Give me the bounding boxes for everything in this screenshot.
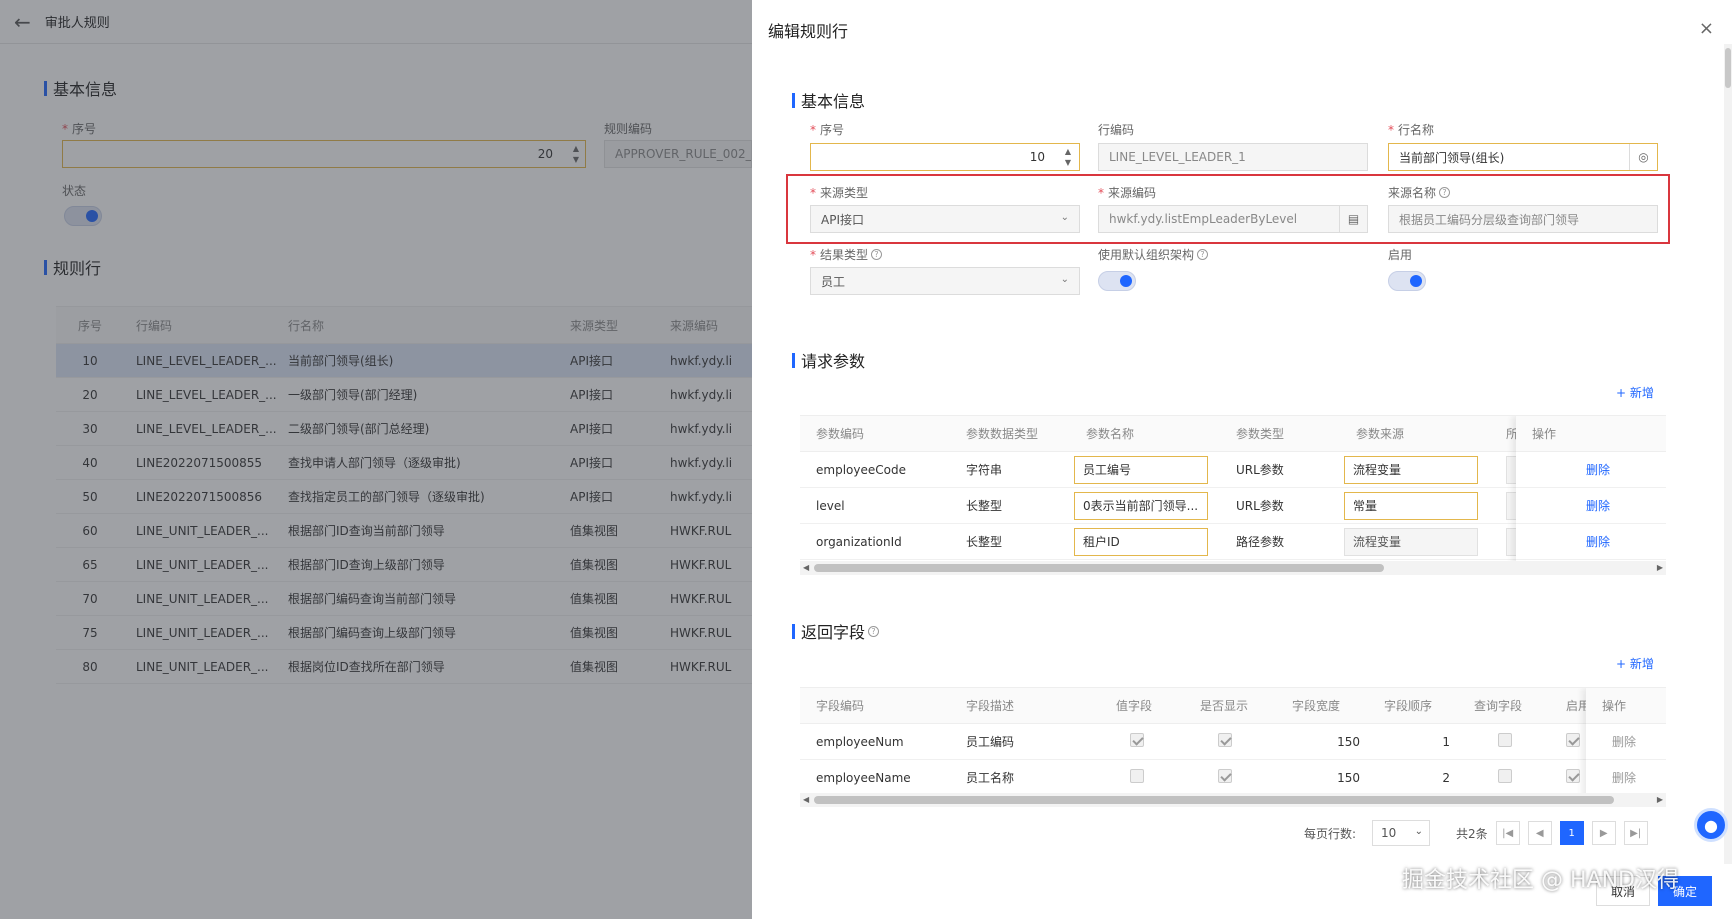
help-icon: ? <box>1439 187 1451 198</box>
globe-icon[interactable]: ◎ <box>1629 144 1657 170</box>
horizontal-scrollbar[interactable]: ◀ ▶ <box>800 561 1666 575</box>
drawer-title: 编辑规则行 <box>768 22 849 41</box>
param-name-input[interactable]: 0表示当前部门领导... <box>1074 491 1208 520</box>
per-page-select[interactable]: 10 ⌄ <box>1372 820 1431 846</box>
return-fields-section-title: 返回字段? <box>792 619 880 643</box>
table-row: employeeNum 员工编码 150 1 <box>800 724 1666 760</box>
default-org-label: 使用默认组织架构? <box>1098 246 1209 263</box>
scroll-right-icon: ▶ <box>1656 563 1663 572</box>
line-code-label: 行编码 <box>1098 123 1135 137</box>
table-header: 字段编码 字段描述 值字段 是否显示 字段宽度 字段顺序 查询字段 启用 <box>800 688 1666 724</box>
scroll-left-icon: ◀ <box>803 563 810 572</box>
help-icon: ? <box>868 625 880 637</box>
display-checkbox[interactable] <box>1218 733 1232 747</box>
delete-link[interactable]: 删除 <box>1516 524 1666 560</box>
result-type-label: * 结果类型? <box>810 246 883 263</box>
next-page-icon[interactable]: ▶ <box>1591 821 1616 845</box>
display-checkbox[interactable] <box>1218 769 1232 783</box>
source-type-select[interactable]: API接口 ⌄ <box>810 205 1080 233</box>
drawer-basic-section-title: 基本信息 <box>792 88 865 112</box>
horizontal-scrollbar[interactable]: ◀ ▶ <box>800 793 1666 807</box>
enabled-checkbox[interactable] <box>1566 769 1580 783</box>
per-page-label: 每页行数: <box>1304 826 1357 841</box>
param-source-select[interactable]: 流程变量 <box>1344 455 1478 484</box>
value-field-checkbox[interactable] <box>1130 769 1144 783</box>
default-org-toggle[interactable] <box>1098 271 1136 291</box>
source-type-label: * 来源类型 <box>810 185 869 201</box>
close-icon[interactable]: × <box>1699 18 1714 39</box>
request-params-section-title: 请求参数 <box>792 348 865 372</box>
scroll-left-icon: ◀ <box>803 795 810 804</box>
enabled-checkbox[interactable] <box>1566 733 1580 747</box>
enabled-label: 启用 <box>1388 248 1413 262</box>
enabled-toggle[interactable] <box>1388 271 1426 291</box>
line-code-input[interactable]: LINE_LEVEL_LEADER_1 <box>1098 143 1368 171</box>
help-icon: ? <box>1197 249 1209 260</box>
last-page-icon[interactable]: ▶| <box>1623 821 1648 845</box>
add-param-button[interactable]: + 新增 <box>1616 384 1654 401</box>
delete-link[interactable]: 删除 <box>1516 488 1666 524</box>
param-source-select[interactable]: 流程变量 <box>1344 527 1478 556</box>
line-name-input[interactable]: 当前部门领导(组长) ◎ <box>1388 143 1658 171</box>
request-params-table: 参数编码 参数数据类型 参数名称 参数类型 参数来源 所 employeeCod… <box>800 415 1666 575</box>
action-column: 操作 删除 删除 <box>1586 688 1666 807</box>
total-count: 共2条 <box>1456 826 1488 841</box>
chevron-down-icon: ⌄ <box>1060 274 1069 285</box>
page-button[interactable]: 1 <box>1559 821 1584 845</box>
lov-search-icon[interactable]: ▤ <box>1339 206 1367 232</box>
drawer-scrollbar[interactable] <box>1724 44 1732 864</box>
source-code-label: * 来源编码 <box>1098 185 1157 201</box>
return-fields-table: 字段编码 字段描述 值字段 是否显示 字段宽度 字段顺序 查询字段 启用 emp… <box>800 687 1666 807</box>
param-source-select[interactable]: 常量 <box>1344 491 1478 520</box>
chevron-down-icon: ⌄ <box>1060 212 1069 223</box>
help-icon: ? <box>871 249 883 260</box>
modal-overlay[interactable] <box>0 0 752 919</box>
scroll-right-icon: ▶ <box>1656 795 1663 804</box>
assistant-float-icon[interactable]: ● <box>1694 808 1728 842</box>
delete-link[interactable]: 删除 <box>1516 452 1666 488</box>
delete-link[interactable]: 删除 <box>1586 724 1666 760</box>
pagination: 每页行数: 10 ⌄ 共2条 |◀ ◀ 1 ▶ ▶| <box>1304 820 1648 846</box>
source-name-label: 来源名称? <box>1388 184 1451 201</box>
chevron-down-icon: ⌄ <box>1414 826 1424 837</box>
source-code-lov[interactable]: hwkf.ydy.listEmpLeaderByLevel ▤ <box>1098 205 1368 233</box>
action-column: 操作 删除 删除 删除 <box>1516 416 1666 575</box>
delete-link[interactable]: 删除 <box>1586 760 1666 796</box>
line-name-label: * 行名称 <box>1388 122 1435 138</box>
query-field-checkbox[interactable] <box>1498 733 1512 747</box>
param-name-input[interactable]: 租户ID <box>1074 527 1208 556</box>
first-page-icon[interactable]: |◀ <box>1495 821 1520 845</box>
query-field-checkbox[interactable] <box>1498 769 1512 783</box>
add-return-field-button[interactable]: + 新增 <box>1616 655 1654 672</box>
param-name-input[interactable]: 员工编号 <box>1074 455 1208 484</box>
source-name-input[interactable]: 根据员工编码分层级查询部门领导 <box>1388 205 1658 233</box>
prev-page-icon[interactable]: ◀ <box>1527 821 1552 845</box>
seq-label: * 序号 <box>810 122 845 138</box>
seq-input[interactable]: 10 ▲ ▼ <box>810 143 1080 171</box>
table-row: employeeName 员工名称 150 2 <box>800 760 1666 796</box>
watermark: 掘金技术社区 @ HAND汉得 <box>1402 868 1679 893</box>
value-field-checkbox[interactable] <box>1130 733 1144 747</box>
result-type-select[interactable]: 员工 ⌄ <box>810 267 1080 295</box>
spin-arrows-icon[interactable]: ▲ ▼ <box>1065 146 1071 168</box>
